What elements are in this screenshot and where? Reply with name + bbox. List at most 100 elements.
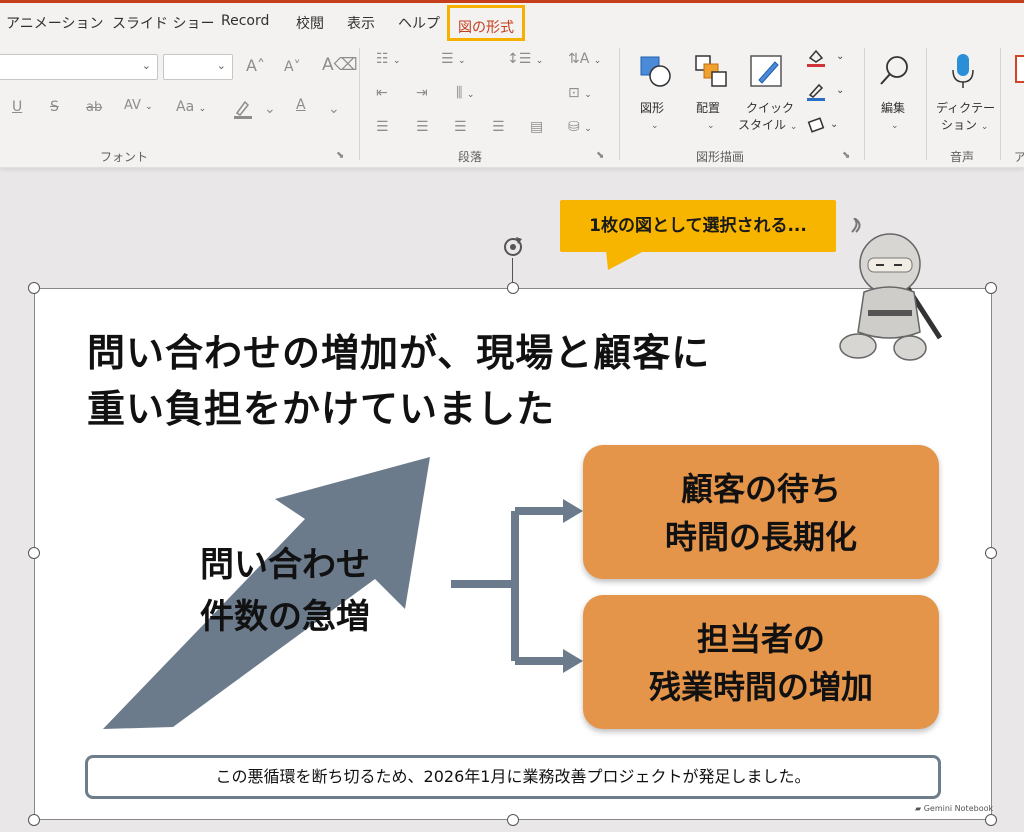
- dictate-label: ディクテー: [936, 101, 996, 115]
- arrow-label-line: 問い合わせ: [200, 545, 370, 585]
- edit-button[interactable]: 編集 ⌄: [870, 52, 920, 144]
- group-separator: [1000, 48, 1001, 160]
- tab-picture-format[interactable]: 図の形式: [447, 5, 525, 41]
- shapes-label: 図形: [640, 101, 665, 115]
- dialog-launcher-icon[interactable]: ⬊: [336, 150, 344, 161]
- chevron-down-icon[interactable]: ⌄: [264, 102, 276, 116]
- align-center-icon[interactable]: ☰: [416, 120, 429, 134]
- chevron-down-icon: ⌄: [707, 121, 715, 131]
- chevron-down-icon: ⌄: [651, 121, 659, 131]
- arrange-label: 配置: [696, 101, 721, 115]
- font-color-icon[interactable]: A: [296, 98, 306, 112]
- resize-handle-top-left[interactable]: [28, 282, 40, 294]
- font-name-combo[interactable]: ⌄: [0, 54, 158, 80]
- arrow-label-line: 件数の急増: [200, 597, 370, 637]
- partial-group-label: ア: [1014, 150, 1024, 164]
- line-spacing-icon[interactable]: ↕☰ ⌄: [507, 52, 543, 66]
- tab-slideshow[interactable]: スライド ショー: [112, 13, 214, 33]
- voice-group-label: 音声: [950, 150, 975, 164]
- align-left-icon[interactable]: ☰: [376, 120, 389, 134]
- effect-box-wait-time: 顧客の待ち 時間の長期化: [583, 445, 939, 579]
- group-separator: [619, 48, 620, 160]
- dialog-launcher-icon[interactable]: ⬊: [842, 150, 850, 161]
- designer-icon[interactable]: [1014, 54, 1024, 87]
- resize-handle-bottom[interactable]: [507, 814, 519, 826]
- arrange-button[interactable]: 配置 ⌄: [688, 52, 736, 144]
- resize-handle-left[interactable]: [28, 547, 40, 559]
- align-right-icon[interactable]: ☰: [454, 120, 467, 134]
- arrow-label: 問い合わせ 件数の急増: [155, 539, 415, 643]
- strikethrough-icon[interactable]: S: [50, 100, 59, 114]
- shapes-icon: [640, 56, 671, 87]
- shape-outline-icon[interactable]: [806, 82, 826, 105]
- columns-icon[interactable]: ⫼ ⌄: [456, 86, 474, 100]
- group-separator: [864, 48, 865, 160]
- dialog-launcher-icon[interactable]: ⬊: [596, 150, 604, 161]
- quick-style-button[interactable]: クイック スタイル ⌄: [738, 52, 798, 144]
- quick-style-label-2: スタイル ⌄: [738, 118, 798, 132]
- clear-format-icon[interactable]: A⌫: [322, 57, 358, 74]
- shapes-button[interactable]: 図形 ⌄: [632, 52, 680, 144]
- text-direction-icon[interactable]: ⇅A ⌄: [568, 52, 601, 66]
- group-separator: [359, 48, 360, 160]
- resize-handle-right[interactable]: [985, 547, 997, 559]
- distributed-icon[interactable]: ▤: [530, 120, 543, 134]
- slide-title-line: 問い合わせの増加が、現場と顧客に: [87, 331, 711, 375]
- shrink-font-icon[interactable]: A˅: [284, 60, 301, 74]
- watermark: ▰ Gemini Notebook: [915, 804, 994, 813]
- effect-box-line: 顧客の待ち: [680, 470, 841, 508]
- tab-review[interactable]: 校閲: [296, 13, 324, 33]
- grow-font-icon[interactable]: A˄: [246, 58, 265, 74]
- chevron-down-icon: ⌄: [891, 121, 899, 131]
- chevron-down-icon[interactable]: ⌄: [830, 120, 838, 130]
- chevron-down-icon[interactable]: ⌄: [836, 52, 844, 62]
- drawing-group-label: 図形描画: [696, 150, 745, 164]
- highlight-pen-icon[interactable]: [232, 98, 254, 123]
- numbering-icon[interactable]: ☰ ⌄: [441, 52, 466, 66]
- chevron-down-icon: ⌄: [216, 59, 226, 72]
- paragraph-group-label: 段落: [458, 150, 483, 164]
- effect-box-overtime: 担当者の 残業時間の増加: [583, 595, 939, 729]
- resize-handle-top-right[interactable]: [985, 282, 997, 294]
- tab-record[interactable]: Record: [221, 13, 269, 29]
- edit-label: 編集: [881, 101, 906, 115]
- resize-handle-bottom-left[interactable]: [28, 814, 40, 826]
- strike-ab-icon[interactable]: ab: [86, 101, 102, 114]
- callout-tail: [606, 250, 646, 270]
- tab-help[interactable]: ヘルプ: [398, 13, 440, 33]
- resize-handle-top[interactable]: [507, 282, 519, 294]
- tab-animation[interactable]: アニメーション: [6, 13, 103, 33]
- quick-style-icon: [750, 55, 782, 87]
- resize-handle-bottom-right[interactable]: [985, 814, 997, 826]
- slide-title: 問い合わせの増加が、現場と顧客に 重い負担をかけていました: [87, 325, 847, 437]
- char-spacing-icon[interactable]: AV ⌄: [124, 99, 153, 112]
- effect-box-line: 担当者の: [696, 620, 825, 658]
- dictate-button[interactable]: ディクテー ション ⌄: [932, 52, 996, 144]
- slide-title-line: 重い負担をかけていました: [87, 387, 556, 431]
- callout-label: 1枚の図として選択される...: [560, 200, 836, 252]
- chevron-down-icon[interactable]: ⌄: [836, 86, 844, 96]
- quick-style-label: クイック: [746, 101, 795, 115]
- dictate-label-2: ション ⌄: [941, 118, 989, 132]
- chevron-down-icon: ⌄: [141, 59, 151, 72]
- font-size-combo[interactable]: ⌄: [163, 54, 233, 80]
- justify-icon[interactable]: ☰: [492, 120, 505, 134]
- tab-view[interactable]: 表示: [347, 13, 375, 33]
- branch-connector: [451, 499, 583, 673]
- bullets-icon[interactable]: ☷ ⌄: [376, 52, 401, 66]
- increase-indent-icon[interactable]: ⇥: [416, 86, 428, 100]
- decrease-indent-icon[interactable]: ⇤: [376, 86, 388, 100]
- footer-message: この悪循環を断ち切るため、2026年1月に業務改善プロジェクトが発足しました。: [85, 755, 941, 799]
- change-case-icon[interactable]: Aa ⌄: [176, 100, 206, 114]
- shape-fill-icon[interactable]: [806, 48, 826, 71]
- microphone-icon: [952, 54, 974, 88]
- smartart-icon[interactable]: ⛁ ⌄: [568, 120, 592, 134]
- group-separator: [926, 48, 927, 160]
- shape-effects-icon[interactable]: [806, 116, 826, 137]
- ribbon-tab-bar: アニメーション スライド ショー Record 校閲 表示 ヘルプ 図の形式: [0, 0, 1024, 44]
- align-text-icon[interactable]: ⊡ ⌄: [568, 86, 592, 100]
- chevron-down-icon[interactable]: ⌄: [328, 102, 340, 116]
- underline-icon[interactable]: U: [12, 100, 22, 114]
- effect-box-line: 時間の長期化: [664, 518, 857, 556]
- rotate-icon[interactable]: [500, 234, 526, 260]
